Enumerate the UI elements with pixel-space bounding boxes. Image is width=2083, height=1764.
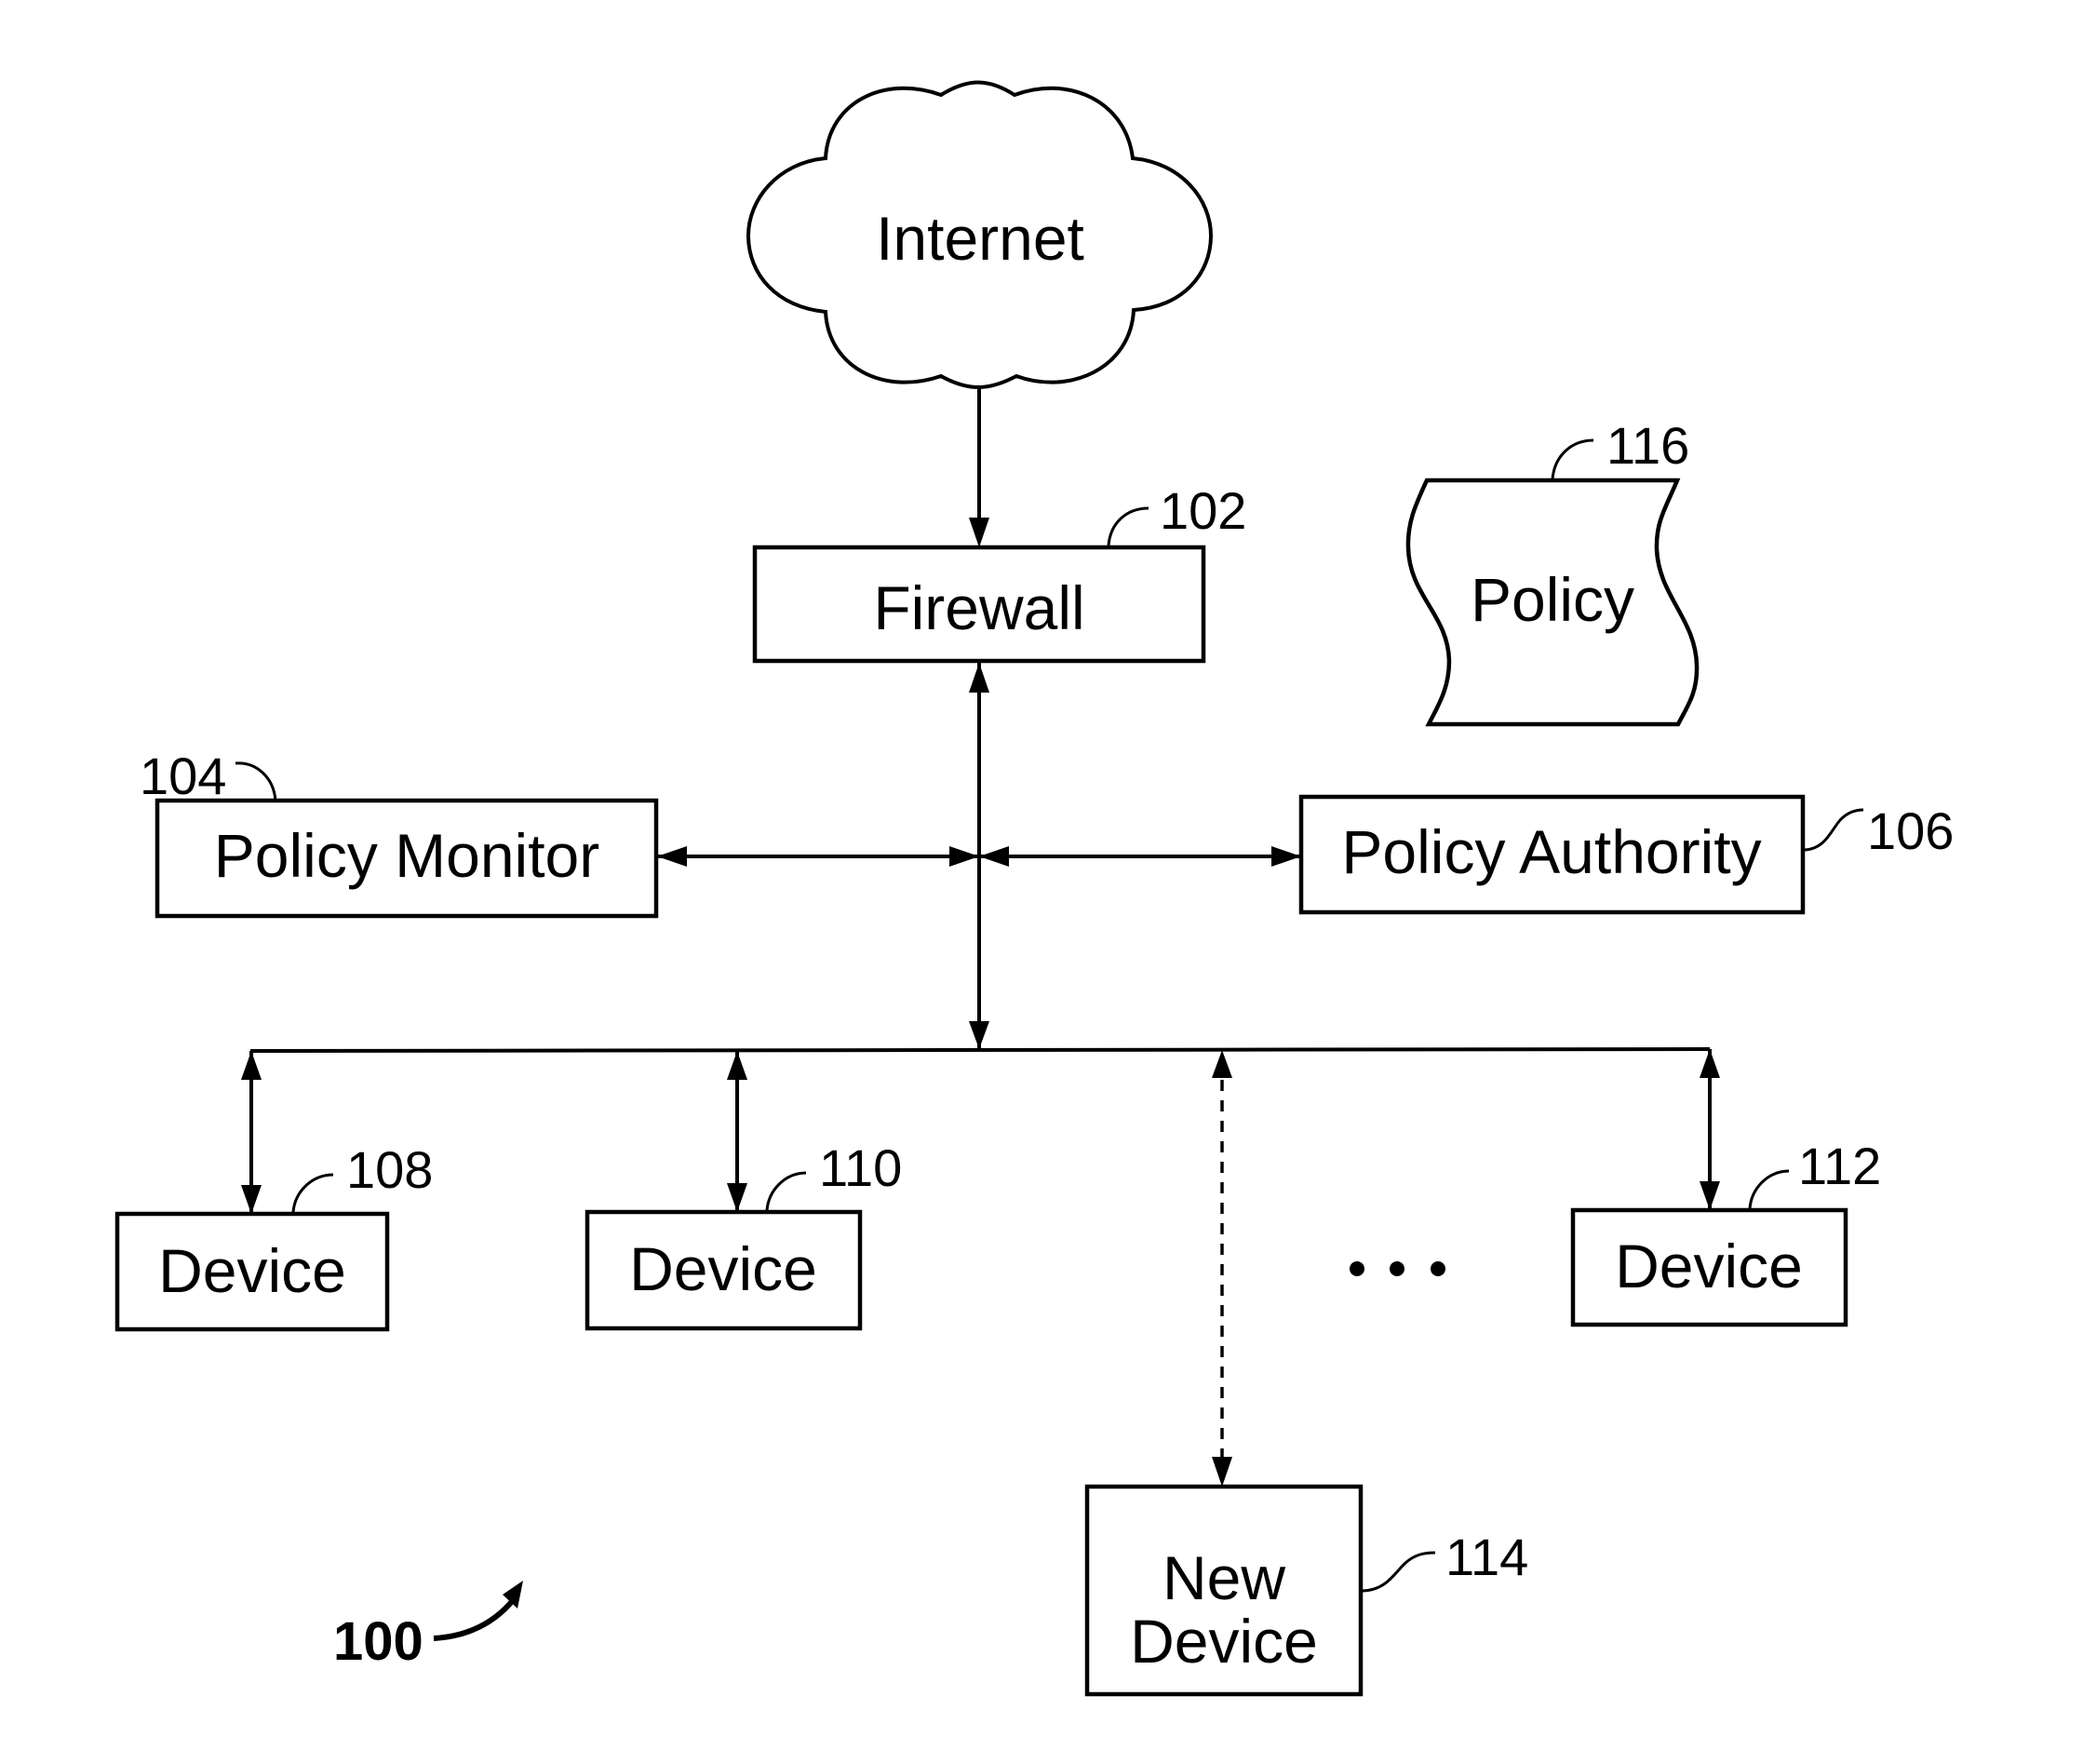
new-device-label-line1: New	[1162, 1543, 1285, 1612]
policy-monitor-label: Policy Monitor	[214, 821, 599, 890]
internet-cloud: Internet	[746, 80, 1214, 389]
device-110-label: Device	[629, 1234, 817, 1303]
device-112-node: Device 112	[1570, 1137, 1881, 1327]
device-110-ref-leader	[765, 1171, 807, 1211]
arrowhead-up	[969, 663, 989, 693]
arrowhead-up	[241, 1051, 262, 1080]
policy-ref-number: 116	[1606, 416, 1689, 475]
arrowhead-up	[1700, 1049, 1720, 1078]
arrowhead-down	[241, 1185, 262, 1214]
policy-monitor-ref-leader	[235, 761, 277, 801]
arrowhead-down	[727, 1183, 747, 1212]
arrowhead-down	[1212, 1457, 1232, 1487]
arrowhead-down	[1700, 1181, 1720, 1210]
device-110-node: Device 110	[585, 1138, 902, 1331]
authority-link-arrow	[979, 846, 1301, 867]
policy-monitor-node: Policy Monitor 104	[140, 747, 659, 919]
arrowhead-down	[969, 1021, 989, 1049]
new-device-ref-number: 114	[1445, 1528, 1528, 1586]
firewall-node: Firewall 102	[752, 481, 1246, 664]
arrowhead-up	[1212, 1050, 1232, 1078]
policy-authority-ref-leader	[1804, 808, 1864, 852]
new-device-node: New Device 114	[1084, 1484, 1528, 1697]
ellipsis-dot	[1350, 1261, 1364, 1276]
device-110-link-arrow	[727, 1051, 747, 1212]
firewall-label: Firewall	[873, 573, 1084, 642]
policy-authority-ref-number: 106	[1867, 801, 1954, 860]
policy-ref-leader	[1551, 438, 1594, 480]
policy-authority-label: Policy Authority	[1341, 817, 1761, 886]
arrowhead-left	[979, 846, 1009, 867]
monitor-link-arrow	[657, 846, 979, 867]
ellipsis-dot	[1431, 1261, 1445, 1276]
arrowhead-right	[1271, 846, 1301, 867]
policy-document: Policy 116	[1405, 416, 1700, 727]
device-108-label: Device	[158, 1236, 346, 1305]
policy-authority-node: Policy Authority 106	[1298, 794, 1954, 915]
figure-number: 100	[333, 1581, 523, 1672]
new-device-label-line2: Device	[1130, 1607, 1318, 1676]
network-bus	[249, 1047, 1711, 1053]
figure-pointer-arrow	[433, 1597, 517, 1641]
figure-number-label: 100	[333, 1611, 423, 1672]
arrowhead-right	[949, 846, 979, 867]
device-108-node: Device 108	[114, 1140, 433, 1332]
device-112-label: Device	[1615, 1232, 1803, 1300]
policy-label: Policy	[1471, 565, 1634, 634]
new-device-ref-leader	[1362, 1551, 1436, 1593]
device-110-ref-number: 110	[819, 1138, 902, 1197]
device-112-ref-number: 112	[1798, 1137, 1881, 1195]
device-108-link-arrow	[241, 1051, 262, 1214]
firewall-ref-number: 102	[1160, 481, 1246, 540]
device-112-link-arrow	[1700, 1049, 1720, 1210]
network-diagram: Internet Firewall 102 Policy Monitor 104	[114, 80, 1954, 1697]
device-108-ref-leader	[291, 1173, 334, 1213]
internet-label: Internet	[876, 204, 1084, 273]
new-device-link-arrow	[1212, 1050, 1232, 1487]
firewall-ref-leader	[1107, 506, 1149, 546]
arrowhead-down	[969, 518, 989, 547]
device-112-ref-leader	[1748, 1169, 1790, 1209]
ellipsis-dot	[1390, 1261, 1404, 1276]
device-108-ref-number: 108	[346, 1140, 433, 1199]
arrowhead-left	[657, 846, 687, 867]
arrowhead-up	[727, 1051, 747, 1080]
more-devices-ellipsis	[1350, 1261, 1445, 1276]
internet-to-firewall-arrow	[969, 388, 989, 547]
policy-monitor-ref-number: 104	[140, 747, 226, 805]
